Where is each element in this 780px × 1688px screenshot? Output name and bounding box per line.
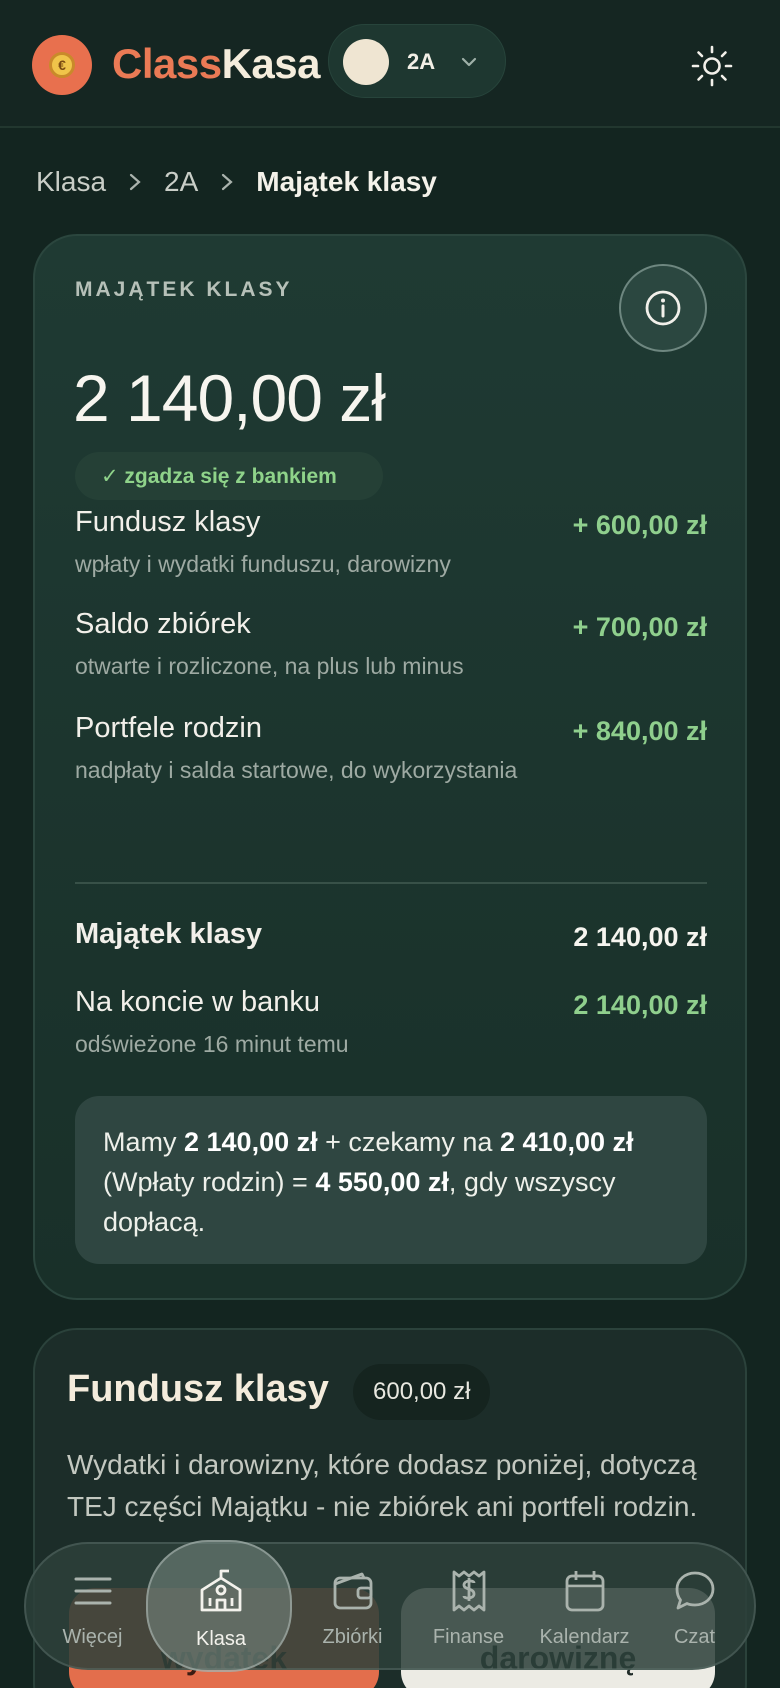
chevron-down-icon (461, 57, 477, 67)
fund-title: Fundusz klasy (67, 1368, 329, 1410)
breadcrumb-item-class[interactable]: 2A (164, 166, 198, 198)
nav-item-class[interactable]: Klasa (146, 1540, 292, 1672)
summary-row: Majątek klasy 2 140,00 zł (75, 918, 707, 952)
note-text: Mamy (103, 1127, 184, 1157)
fund-amount-chip: 600,00 zł (353, 1364, 491, 1420)
bank-sub: odświeżone 16 minut temu (75, 1031, 349, 1057)
note-amount-total: 4 550,00 zł (315, 1167, 449, 1197)
chevron-right-icon (129, 173, 141, 191)
note-amount-now: 2 140,00 zł (184, 1127, 318, 1157)
nav-label: Finanse (432, 1626, 505, 1648)
brand-part-class: Class (112, 40, 222, 87)
app-title: ClassKasa (112, 40, 320, 88)
breadcrumb-current: Majątek klasy (256, 166, 437, 197)
info-icon (645, 290, 681, 326)
row-sub: wpłaty i wydatki funduszu, darowizny (75, 551, 451, 577)
total-amount: 2 140,00 zł (73, 361, 386, 435)
nav-item-chat[interactable]: Czat (636, 1544, 753, 1668)
note-text: + czekamy na (317, 1127, 500, 1157)
bottom-nav: Więcej Klasa Zbiórki Finanse Kalendarz C… (24, 1540, 756, 1672)
wealth-card: MAJĄTEK KLASY 2 140,00 zł ✓ zgadza się z… (33, 234, 747, 1300)
logo[interactable]: € (32, 35, 92, 95)
nav-label: Kalendarz (539, 1626, 630, 1648)
nav-label: Zbiórki (322, 1626, 383, 1648)
breadcrumb-item-klasa[interactable]: Klasa (36, 166, 106, 198)
status-badge: ✓ zgadza się z bankiem (75, 452, 383, 500)
note-text: (Wpłaty rodzin) = (103, 1167, 316, 1197)
brand-part-kasa: Kasa (221, 40, 321, 87)
forecast-note: Mamy 2 140,00 zł + czekamy na 2 410,00 z… (75, 1096, 707, 1264)
row-value: + 700,00 zł (572, 612, 707, 642)
receipt-icon (452, 1570, 486, 1612)
coin-icon: € (49, 52, 75, 78)
breakdown-row-fund: Fundusz klasy wpłaty i wydatki funduszu,… (75, 506, 707, 581)
summary-value: 2 140,00 zł (573, 922, 707, 952)
breakdown-row-collections: Saldo zbiórek otwarte i rozliczone, na p… (75, 608, 707, 683)
nav-item-finance[interactable]: Finanse (410, 1544, 527, 1668)
bank-row: Na koncie w banku odświeżone 16 minut te… (75, 986, 707, 1061)
nav-item-collections[interactable]: Zbiórki (294, 1544, 411, 1668)
nav-item-calendar[interactable]: Kalendarz (526, 1544, 643, 1668)
class-selector-label: 2A (407, 49, 436, 74)
class-selector[interactable]: 2A (328, 24, 506, 98)
app-header: € ClassKasa 2A (0, 0, 780, 128)
row-sub: otwarte i rozliczone, na plus lub minus (75, 653, 464, 679)
nav-item-more[interactable]: Więcej (34, 1544, 151, 1668)
divider (75, 882, 707, 884)
calendar-icon (565, 1571, 605, 1612)
card-eyebrow: MAJĄTEK KLASY (75, 278, 293, 301)
row-sub: nadpłaty i salda startowe, do wykorzysta… (75, 757, 518, 783)
row-value: + 600,00 zł (572, 510, 707, 540)
menu-icon (74, 1577, 112, 1605)
sun-icon[interactable] (690, 44, 734, 88)
class-avatar (343, 39, 389, 85)
bank-value: 2 140,00 zł (573, 990, 707, 1020)
nav-label: Więcej (62, 1626, 123, 1648)
info-button[interactable] (619, 264, 707, 352)
breakdown-row-wallets: Portfele rodzin nadpłaty i salda startow… (75, 712, 707, 787)
nav-label: Klasa (195, 1628, 247, 1650)
school-icon (200, 1569, 242, 1612)
breadcrumb: Klasa 2A Majątek klasy (36, 164, 437, 200)
chevron-right-icon (222, 173, 233, 191)
wallet-icon (333, 1572, 373, 1610)
nav-label: Czat (673, 1626, 716, 1648)
chat-icon (675, 1571, 715, 1610)
note-amount-pending: 2 410,00 zł (499, 1127, 634, 1157)
row-value: + 840,00 zł (572, 716, 707, 746)
fund-description: Wydatki i darowizny, które dodasz poniże… (67, 1449, 698, 1522)
